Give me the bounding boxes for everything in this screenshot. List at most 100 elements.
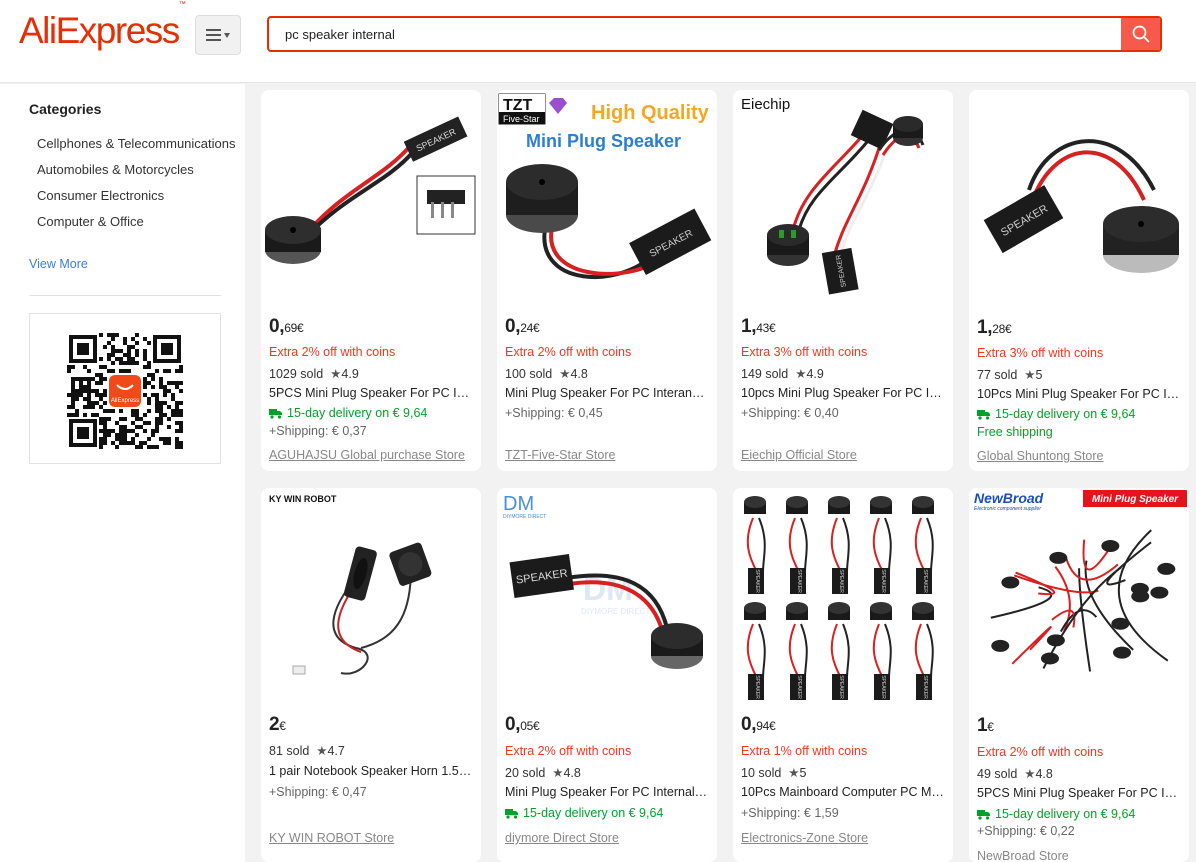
- svg-text:Mini Plug Speaker: Mini Plug Speaker: [526, 131, 681, 151]
- product-image: DM DIYMORE DIRECT DM DIYMORE DIRECT SPEA…: [497, 488, 717, 708]
- shipping-cost: +Shipping: € 0,45: [505, 406, 603, 420]
- product-title[interactable]: 10Pcs Mainboard Computer PC Mini Plug Sp…: [741, 785, 945, 800]
- category-item-computer-office[interactable]: Computer & Office: [37, 213, 237, 231]
- store-link[interactable]: diymore Direct Store: [505, 831, 709, 846]
- sold-rating: 77 sold ★5: [977, 368, 1043, 382]
- search-bar: [267, 16, 1162, 52]
- star-icon: ★: [316, 744, 328, 758]
- search-input[interactable]: [269, 18, 1121, 50]
- product-price: 0,69€: [269, 316, 304, 337]
- product-card[interactable]: KY WIN ROBOT 2€ 81 sold ★4.7 1 pair Note…: [261, 488, 481, 862]
- svg-text:KY WIN ROBOT: KY WIN ROBOT: [269, 494, 337, 504]
- sold-rating: 81 sold ★4.7: [269, 744, 345, 758]
- product-price: 1,43€: [741, 316, 776, 337]
- header: AliExpress™: [0, 0, 1196, 83]
- search-button[interactable]: [1121, 18, 1160, 50]
- svg-text:SPEAKER: SPEAKER: [838, 569, 844, 593]
- product-title[interactable]: Mini Plug Speaker For PC Interanal Compu…: [505, 386, 709, 401]
- svg-text:SPEAKER: SPEAKER: [880, 569, 886, 593]
- store-link[interactable]: NewBroad Store: [977, 849, 1181, 862]
- free-shipping: Free shipping: [977, 425, 1053, 439]
- hamburger-icon: [206, 29, 221, 41]
- star-icon: ★: [788, 766, 800, 780]
- coins-discount: Extra 3% off with coins: [977, 346, 1104, 360]
- search-icon: [1132, 25, 1149, 43]
- product-image: Eiechip SPEAKER: [733, 90, 953, 310]
- svg-text:SPEAKER: SPEAKER: [754, 675, 760, 699]
- product-title[interactable]: 10pcs Mini Plug Speaker For PC Interanal…: [741, 386, 945, 401]
- category-item-automobiles[interactable]: Automobiles & Motorcycles: [37, 161, 237, 179]
- product-card[interactable]: SPEAKER SPEAKER SPEAKER SPEAKER SPEAKER SPEAK…: [733, 488, 953, 862]
- delivery-info: 15-day delivery on € 9,64: [505, 806, 709, 821]
- svg-text:SPEAKER: SPEAKER: [880, 675, 886, 699]
- svg-text:DIYMORE DIRECT: DIYMORE DIRECT: [503, 514, 546, 520]
- product-price: 0,24€: [505, 316, 540, 337]
- coins-discount: Extra 3% off with coins: [741, 345, 868, 359]
- svg-text:Five-Star: Five-Star: [503, 114, 540, 124]
- caret-down-icon: [224, 32, 230, 38]
- store-link[interactable]: Electronics-Zone Store: [741, 831, 945, 846]
- aliexpress-logo[interactable]: AliExpress™: [19, 1, 186, 52]
- product-card[interactable]: SPEAKER 0,69€ Extra 2% off with coins 10…: [261, 90, 481, 471]
- sidebar: Categories Cellphones & Telecommunicatio…: [0, 84, 245, 862]
- divider: [29, 295, 221, 296]
- sold-rating: 100 sold ★4.8: [505, 367, 588, 381]
- category-list: Cellphones & Telecommunications Automobi…: [37, 135, 237, 239]
- truck-icon: [977, 810, 990, 820]
- qr-badge-label: AliExpress: [111, 398, 139, 404]
- product-image: TZT Five-Star High Quality Mini Plug Spe…: [497, 90, 717, 310]
- store-link[interactable]: AGUHAJSU Global purchase Store: [269, 448, 473, 463]
- coins-discount: Extra 2% off with coins: [977, 745, 1104, 759]
- shipping-cost: +Shipping: € 1,59: [741, 806, 839, 820]
- product-title[interactable]: 1 pair Notebook Speaker Horn 1.5W 8R Int…: [269, 764, 473, 779]
- product-card[interactable]: Eiechip SPEAKER 1,43€ Extra 3% off with …: [733, 90, 953, 471]
- product-title[interactable]: 5PCS Mini Plug Speaker For PC Internal C…: [977, 786, 1181, 801]
- sold-rating: 49 sold ★4.8: [977, 767, 1053, 781]
- product-title[interactable]: 5PCS Mini Plug Speaker For PC Internal C…: [269, 386, 473, 401]
- svg-text:DIYMORE DIRECT: DIYMORE DIRECT: [581, 607, 650, 616]
- star-icon: ★: [1024, 767, 1036, 781]
- product-image: SPEAKER: [969, 90, 1189, 310]
- product-card[interactable]: NewBroad Electronic component supplier M…: [969, 488, 1189, 862]
- delivery-info: 15-day delivery on € 9,64: [269, 406, 473, 421]
- store-link[interactable]: KY WIN ROBOT Store: [269, 831, 473, 846]
- truck-icon: [977, 410, 990, 420]
- star-icon: ★: [552, 766, 564, 780]
- product-price: 0,94€: [741, 714, 776, 735]
- product-title[interactable]: Mini Plug Speaker For PC Internal Comput…: [505, 785, 709, 800]
- svg-text:NewBroad: NewBroad: [974, 490, 1044, 506]
- product-price: 1€: [977, 715, 994, 736]
- star-icon: ★: [330, 367, 342, 381]
- coins-discount: Extra 2% off with coins: [505, 345, 632, 359]
- store-link[interactable]: TZT-Five-Star Store: [505, 448, 709, 463]
- product-price: 2€: [269, 714, 286, 735]
- product-title[interactable]: 10Pcs Mini Plug Speaker For PC Internal …: [977, 387, 1181, 402]
- category-item-consumer-electronics[interactable]: Consumer Electronics: [37, 187, 237, 205]
- svg-text:SPEAKER: SPEAKER: [754, 569, 760, 593]
- svg-text:SPEAKER: SPEAKER: [796, 675, 802, 699]
- star-icon: ★: [1024, 368, 1036, 382]
- delivery-info: 15-day delivery on € 9,64: [977, 807, 1181, 822]
- shipping-cost: +Shipping: € 0,22: [977, 824, 1075, 838]
- store-link[interactable]: Global Shuntong Store: [977, 449, 1181, 464]
- star-icon: ★: [795, 367, 807, 381]
- app-qr-code: AliExpress: [29, 313, 221, 464]
- coins-discount: Extra 2% off with coins: [505, 744, 632, 758]
- category-menu-button[interactable]: [195, 15, 241, 55]
- sold-rating: 149 sold ★4.9: [741, 367, 824, 381]
- sold-rating: 10 sold ★5: [741, 766, 807, 780]
- product-image: KY WIN ROBOT: [261, 488, 481, 708]
- truck-icon: [505, 809, 518, 819]
- product-card[interactable]: DM DIYMORE DIRECT DM DIYMORE DIRECT SPEA…: [497, 488, 717, 862]
- svg-text:High Quality: High Quality: [591, 102, 710, 124]
- svg-text:SPEAKER: SPEAKER: [922, 675, 928, 699]
- coins-discount: Extra 2% off with coins: [269, 345, 396, 359]
- product-card[interactable]: SPEAKER 1,28€ Extra 3% off with coins 77…: [969, 90, 1189, 471]
- store-link[interactable]: Eiechip Official Store: [741, 448, 945, 463]
- svg-text:SPEAKER: SPEAKER: [796, 569, 802, 593]
- product-card[interactable]: TZT Five-Star High Quality Mini Plug Spe…: [497, 90, 717, 471]
- view-more-link[interactable]: View More: [29, 257, 88, 271]
- shipping-cost: +Shipping: € 0,37: [269, 424, 367, 438]
- shipping-cost: +Shipping: € 0,47: [269, 785, 367, 799]
- category-item-cellphones[interactable]: Cellphones & Telecommunications: [37, 135, 237, 153]
